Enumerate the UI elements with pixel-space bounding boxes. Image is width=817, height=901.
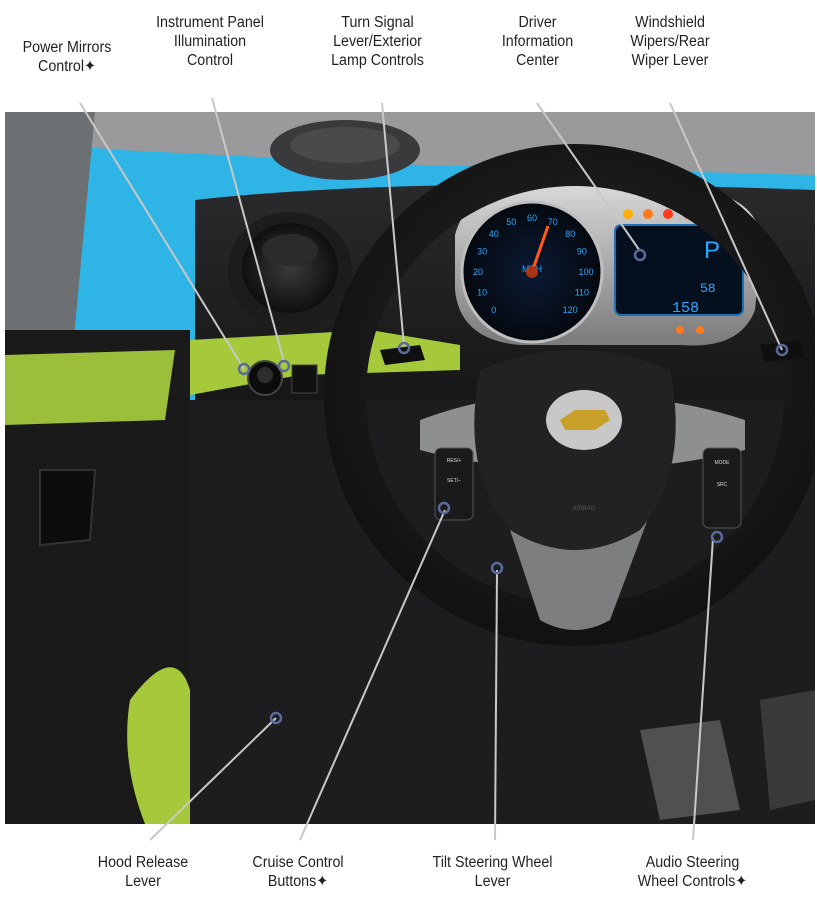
speed-tick-label: 10 <box>477 288 487 298</box>
door-handle <box>39 469 97 547</box>
speed-tick-label: 120 <box>563 305 578 315</box>
mode-button-label: MODE <box>715 460 731 466</box>
speed-tick-label: 80 <box>565 229 575 239</box>
steering-hub <box>474 350 676 550</box>
speed-tick-label: 90 <box>577 246 587 256</box>
speed-tick-label: 40 <box>489 229 499 239</box>
speed-tick-label: 30 <box>477 246 487 256</box>
callout-driver-information-center: Driver Information Center <box>501 14 574 69</box>
speed-tick-label: 0 <box>491 305 496 315</box>
speed-tick-label: 110 <box>575 288 589 298</box>
speed-tick-label: 20 <box>473 267 483 277</box>
odometer-readout: 58 <box>700 281 716 296</box>
speed-tick-label: 70 <box>548 217 558 227</box>
callout-cruise-control: Cruise Control Buttons✦ <box>252 854 344 890</box>
callout-audio-steering: Audio Steering Wheel Controls✦ <box>637 854 748 890</box>
door-trim-green <box>5 350 175 425</box>
callout-tilt-steering: Tilt Steering Wheel Lever <box>432 854 553 890</box>
trip-readout: 158 <box>672 300 699 317</box>
callout-windshield-wipers: Windshield Wipers/Rear Wiper Lever <box>630 14 710 69</box>
airbag-text: AIRBAG <box>573 506 596 512</box>
speed-tick-label: 60 <box>527 213 537 223</box>
src-button-label: SRC <box>717 482 728 488</box>
illumination-switch <box>291 364 318 394</box>
callout-turn-signal: Turn Signal Lever/Exterior Lamp Controls <box>331 14 424 69</box>
callout-power-mirrors: Power Mirrors Control✦ <box>22 39 112 75</box>
dashboard-photo: 0102030405060708090100110120 MPH P 58 15… <box>5 97 815 841</box>
callout-hood-release: Hood Release Lever <box>97 854 189 890</box>
speed-tick-label: 50 <box>506 217 516 227</box>
callout-instrument-panel-illumination: Instrument Panel Illumination Control <box>156 14 264 69</box>
set-button-label: SET/– <box>447 478 461 484</box>
res-button-label: RES/+ <box>447 458 462 464</box>
speed-tick-label: 100 <box>578 267 593 277</box>
